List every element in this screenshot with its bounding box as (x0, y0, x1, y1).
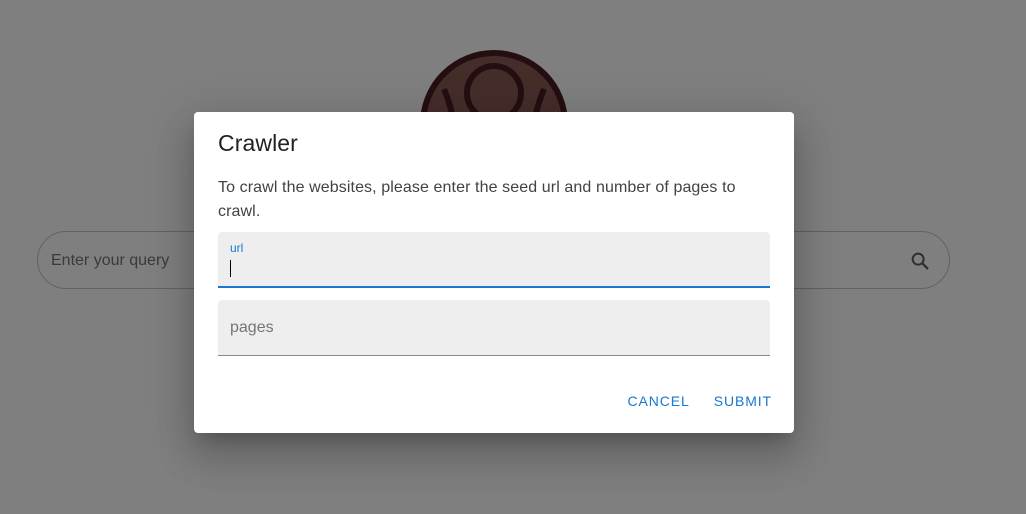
dialog-actions: CANCEL SUBMIT (620, 387, 781, 415)
url-field-label: url (230, 241, 244, 255)
dialog-description: To crawl the websites, please enter the … (218, 179, 736, 220)
pages-field[interactable]: pages (218, 300, 770, 356)
dialog-title: Crawler (218, 130, 298, 156)
url-field[interactable]: url (218, 232, 770, 288)
crawler-dialog: Crawler To crawl the websites, please en… (194, 112, 794, 433)
url-input[interactable] (230, 257, 758, 279)
cancel-button[interactable]: CANCEL (620, 387, 698, 415)
pages-field-label: pages (230, 319, 274, 336)
submit-button[interactable]: SUBMIT (706, 387, 780, 415)
text-caret (230, 260, 231, 277)
